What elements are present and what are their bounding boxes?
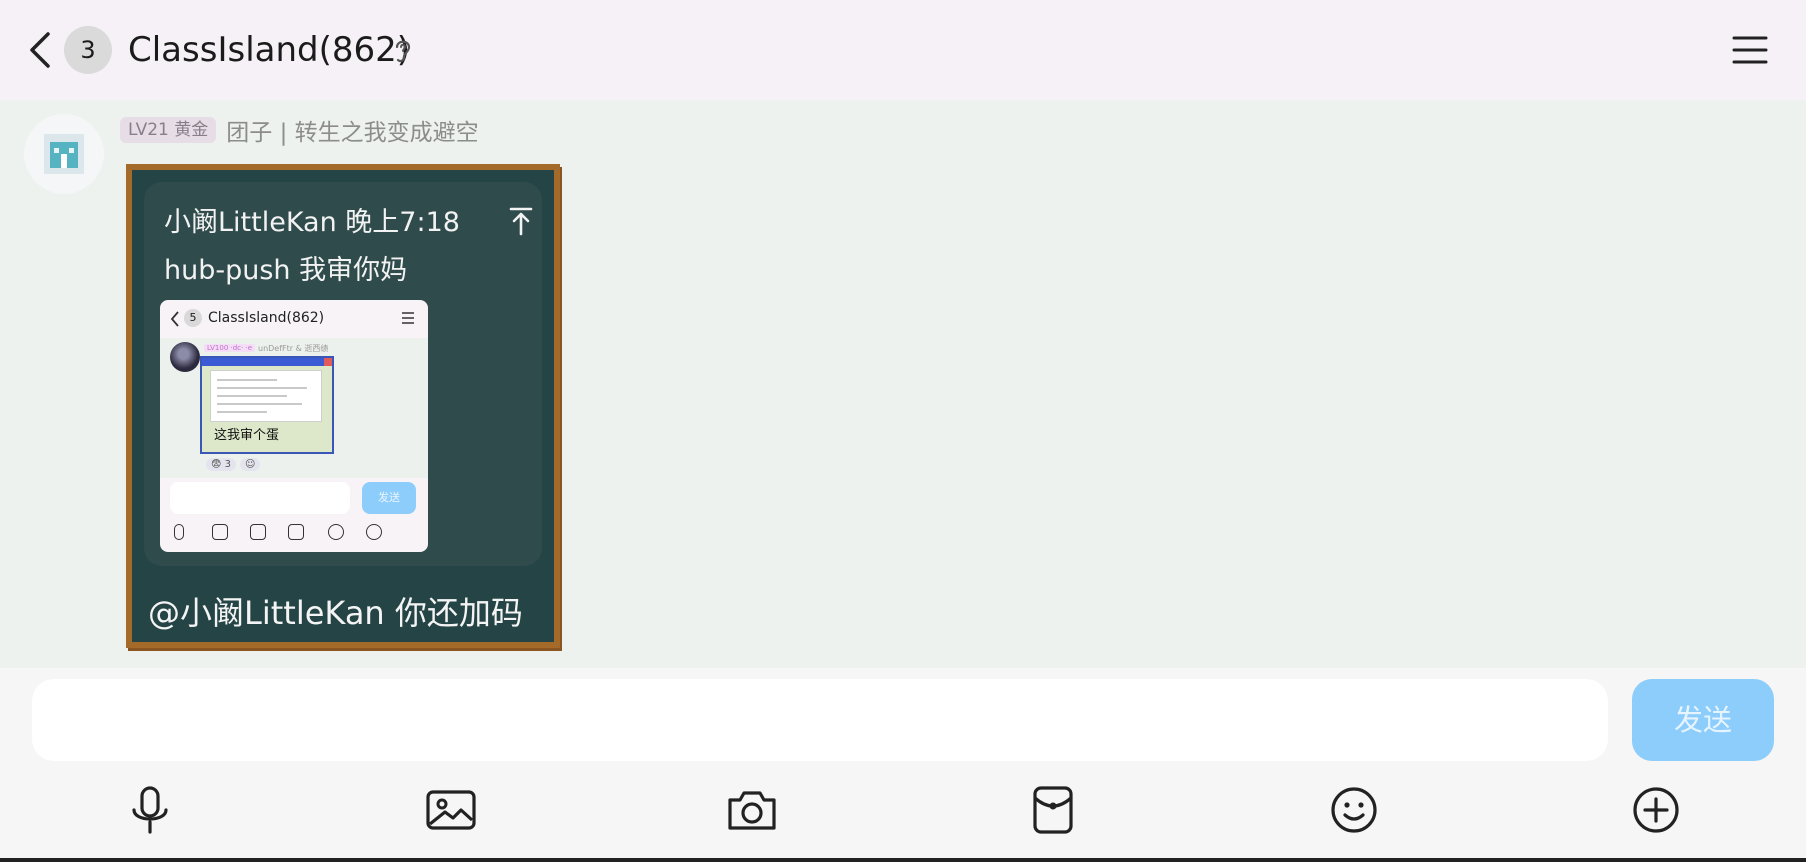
reactions: 😨 3 ☺ <box>206 458 264 471</box>
red-packet-icon[interactable] <box>1023 780 1083 840</box>
quote-text: hub-push 我审你妈 <box>164 255 408 286</box>
image-caption: 这我审个蛋 <box>214 428 280 443</box>
add-reaction-icon: ☺ <box>239 458 261 471</box>
emoji-icon[interactable] <box>1324 780 1384 840</box>
camera-icon <box>250 524 266 540</box>
unread-count-badge[interactable]: 3 <box>64 26 112 74</box>
group-title[interactable]: ClassIsland(862) <box>128 28 410 72</box>
avatar-window <box>69 148 74 153</box>
composer: 发送 <box>0 668 1806 862</box>
avatar-window <box>54 148 59 153</box>
back-icon[interactable] <box>22 26 58 74</box>
image-icon[interactable] <box>421 780 481 840</box>
group-title: ClassIsland(862) <box>208 310 325 326</box>
microphone-icon[interactable] <box>120 780 180 840</box>
reaction-count: 3 <box>224 459 231 470</box>
image-icon <box>212 524 228 540</box>
send-button[interactable]: 发送 <box>1632 679 1774 761</box>
microphone-icon <box>174 524 184 540</box>
emoji-icon <box>328 524 344 540</box>
avatar <box>170 342 200 372</box>
avatar[interactable] <box>24 114 104 194</box>
plus-icon[interactable] <box>1626 780 1686 840</box>
red-packet-icon <box>288 524 304 540</box>
unread-count-badge: 5 <box>184 309 202 327</box>
message-input[interactable] <box>32 679 1608 761</box>
reaction-pill: 😨 3 <box>206 458 236 471</box>
level-badge: LV100 ·dc· ·e <box>204 344 256 352</box>
back-icon <box>170 311 179 327</box>
bottom-edge <box>0 858 1806 862</box>
send-button: 发送 <box>362 482 416 514</box>
quoted-message-card: 小阚LittleKan 晚上7:18 hub-push 我审你妈 5 Class… <box>144 182 542 566</box>
plus-icon <box>366 524 382 540</box>
embedded-screenshot: 5 ClassIsland(862) LV100 ·dc· ·e unDefFt… <box>160 300 428 552</box>
menu-icon <box>402 312 414 324</box>
message-input <box>170 482 350 514</box>
close-icon <box>324 358 332 366</box>
menu-icon[interactable] <box>1730 30 1770 70</box>
avatar-door <box>61 154 67 168</box>
image-message: 这我审个蛋 <box>200 356 334 454</box>
quote-author-time: 小阚LittleKan 晚上7:18 <box>164 207 460 238</box>
toolbar <box>160 522 428 544</box>
sender-line: LV21 黄金 团子 | 转生之我变成避空 <box>120 114 479 146</box>
chat-header: 3 ClassIsland(862) <box>0 0 1806 100</box>
pin-icon <box>509 207 533 236</box>
ear-icon <box>395 40 411 63</box>
image-message[interactable]: 小阚LittleKan 晚上7:18 hub-push 我审你妈 5 Class… <box>126 164 560 648</box>
document-preview <box>210 370 322 422</box>
sender-name[interactable]: 团子 | 转生之我变成避空 <box>226 113 478 147</box>
camera-icon[interactable] <box>722 780 782 840</box>
level-badge: LV21 黄金 <box>120 117 217 143</box>
input-toolbar <box>0 780 1806 852</box>
image-caption: @小阚LittleKan 你还加码 <box>148 594 523 632</box>
window-titlebar <box>202 358 332 366</box>
sender-name: unDefFtr & 逝西绩 <box>258 344 329 353</box>
